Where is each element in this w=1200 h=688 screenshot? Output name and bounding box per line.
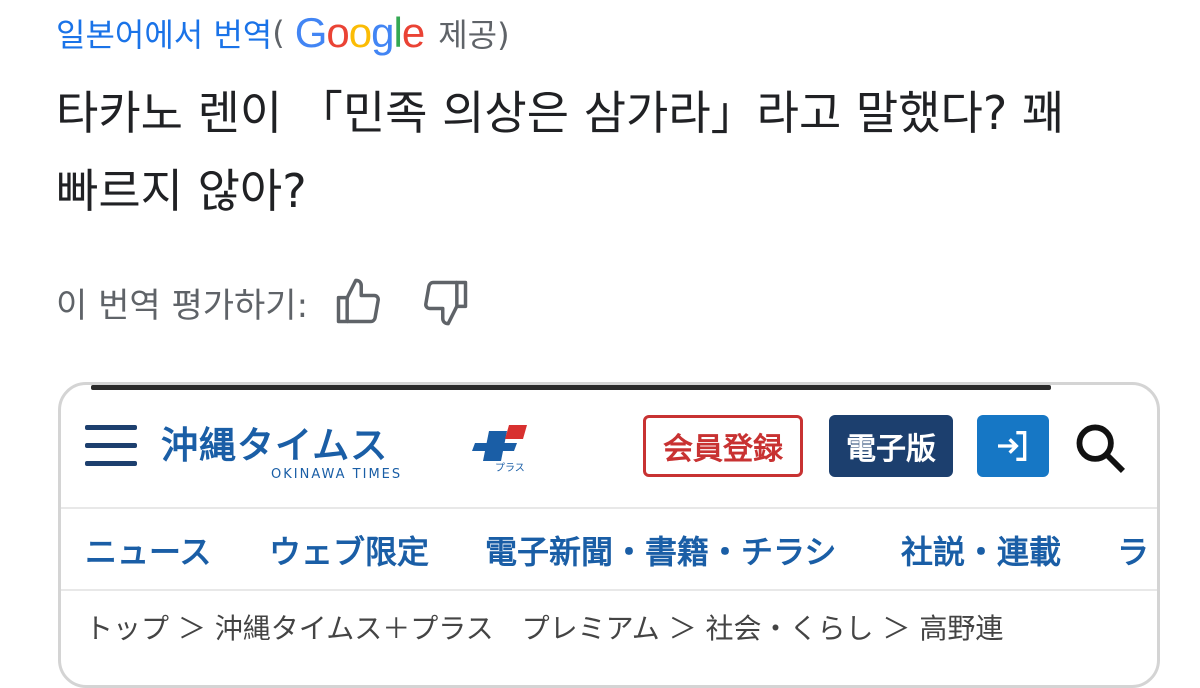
rate-translation-label: 이 번역 평가하기: xyxy=(56,285,309,326)
translated-text-line-2: 빠르지 않아? xyxy=(56,164,307,218)
logo-plus-icon: プラス xyxy=(472,425,527,473)
embedded-website-screenshot: 沖縄タイムス OKINAWA TIMES プラス 会員登録 電子版 ニュース ウ… xyxy=(58,382,1160,688)
open-paren: ( xyxy=(272,14,285,52)
site-logo[interactable]: 沖縄タイムス OKINAWA TIMES プラス xyxy=(161,415,527,485)
login-button[interactable] xyxy=(977,415,1049,477)
nav-item-editorials[interactable]: 社説・連載 xyxy=(901,527,1061,573)
translated-text-line-1: 타카노 렌이 「민족 의상은 삼가라」라고 말했다? 꽤 xyxy=(56,86,1065,140)
nav-item-news[interactable]: ニュース xyxy=(85,527,211,573)
svg-text:プラス: プラス xyxy=(495,462,525,473)
nav-item-web-only[interactable]: ウェブ限定 xyxy=(269,527,429,573)
search-icon[interactable] xyxy=(1071,419,1129,477)
google-logo: Google xyxy=(294,9,425,56)
translated-text: 타카노 렌이 「민족 의상은 삼가라」라고 말했다? 꽤 빠르지 않아? xyxy=(56,74,1156,230)
translation-attribution: 일본어에서 번역 ( Google 제공) xyxy=(56,8,510,58)
translation-source-link[interactable]: 일본어에서 번역 xyxy=(56,10,272,56)
status-bar xyxy=(91,385,1051,390)
nav-item-e-paper[interactable]: 電子新聞・書籍・チラシ xyxy=(485,527,836,573)
site-nav: ニュース ウェブ限定 電子新聞・書籍・チラシ 社説・連載 ラ xyxy=(61,507,1157,591)
rate-translation-row: 이 번역 평가하기: xyxy=(56,272,472,332)
digital-edition-button[interactable]: 電子版 xyxy=(829,415,953,477)
hamburger-menu-icon[interactable] xyxy=(85,425,137,467)
thumbs-up-icon[interactable] xyxy=(332,276,384,328)
provided-by-text: 제공) xyxy=(438,16,510,54)
thumbs-down-icon[interactable] xyxy=(420,276,472,328)
nav-item-more[interactable]: ラ xyxy=(1117,527,1149,573)
breadcrumb: トップ ＞ 沖縄タイムス＋プラス プレミアム ＞ 社会・くらし ＞ 高野連 xyxy=(85,612,1004,645)
site-logo-text: 沖縄タイムス xyxy=(161,424,389,467)
member-register-button[interactable]: 会員登録 xyxy=(643,415,803,477)
login-icon xyxy=(998,431,1027,461)
site-logo-subtitle: OKINAWA TIMES xyxy=(271,467,403,482)
